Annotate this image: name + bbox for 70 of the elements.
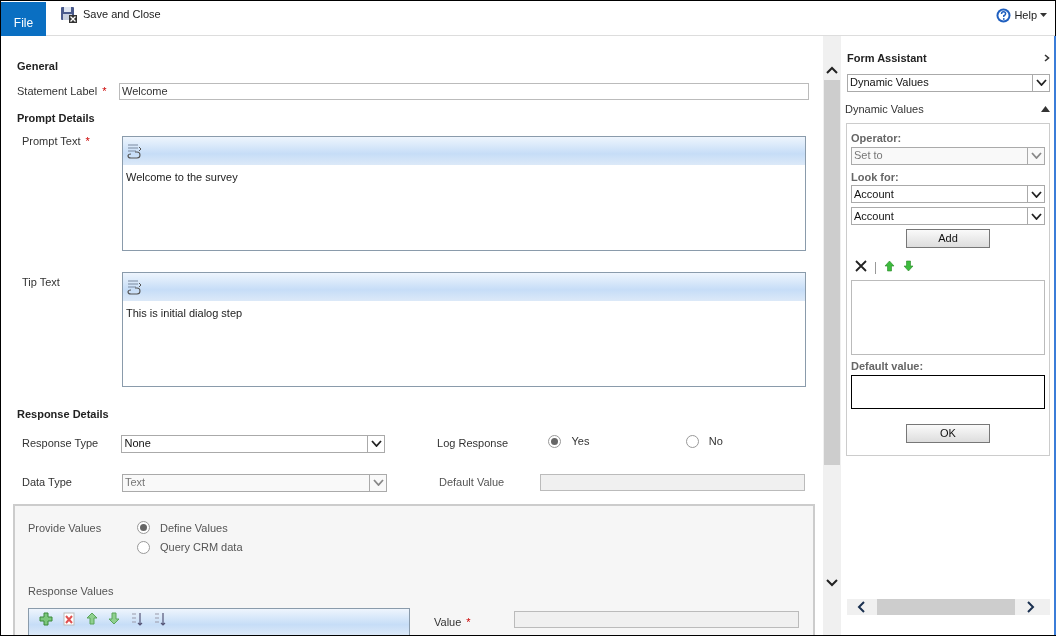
radio-button[interactable] bbox=[137, 540, 150, 554]
default-value-field[interactable] bbox=[851, 374, 1045, 409]
caret-icon bbox=[1030, 190, 1042, 198]
ok-button[interactable]: OK bbox=[906, 423, 990, 443]
look-for-select[interactable]: Account bbox=[851, 207, 1045, 225]
add-icon[interactable] bbox=[39, 612, 53, 626]
field-label: Provide Values bbox=[28, 520, 103, 536]
field-label: Prompt Text bbox=[22, 134, 81, 149]
move-up-icon[interactable] bbox=[884, 260, 895, 272]
move-down-icon[interactable] bbox=[108, 612, 120, 625]
delete-icon[interactable] bbox=[855, 260, 867, 272]
response-type-select[interactable]: None bbox=[121, 434, 386, 453]
field-label: Data Type bbox=[22, 475, 73, 491]
caret-icon bbox=[1030, 212, 1042, 220]
scroll-up-icon[interactable] bbox=[826, 66, 838, 74]
radio-button[interactable] bbox=[548, 435, 562, 448]
sort-ascending-icon[interactable] bbox=[130, 612, 143, 626]
field-label: Default value: bbox=[851, 359, 925, 374]
radio-label: No bbox=[708, 434, 723, 450]
field-label: Operator: bbox=[851, 131, 903, 146]
help-icon bbox=[996, 7, 1012, 23]
required-mark: * bbox=[102, 83, 107, 99]
save-close-icon bbox=[60, 6, 77, 23]
radio-label: Query CRM data bbox=[160, 540, 243, 555]
radio-label: Define Values bbox=[160, 520, 228, 536]
sort-descending-icon[interactable] bbox=[153, 612, 166, 626]
scroll-left-icon[interactable] bbox=[857, 601, 865, 613]
caret-icon bbox=[1035, 79, 1047, 86]
field-label: Log Response bbox=[437, 436, 510, 452]
field-label: Default Value bbox=[439, 475, 506, 491]
field-label: Response Values bbox=[28, 583, 114, 599]
caret-icon bbox=[370, 440, 382, 447]
move-down-icon[interactable] bbox=[903, 260, 914, 272]
move-up-icon[interactable] bbox=[86, 612, 98, 625]
field-label: Response Type bbox=[22, 436, 100, 452]
mode-select[interactable]: Dynamic Values bbox=[847, 73, 1050, 92]
panel-title: Form Assistant bbox=[847, 51, 927, 66]
vertical-scrollbar[interactable] bbox=[823, 36, 841, 635]
required-mark: * bbox=[85, 134, 90, 149]
scroll-right-icon[interactable] bbox=[1027, 601, 1035, 613]
field-label: Look for: bbox=[851, 169, 900, 185]
radio-button[interactable] bbox=[685, 435, 699, 448]
value-field[interactable] bbox=[514, 611, 799, 628]
text-format-icon[interactable] bbox=[127, 279, 143, 295]
field-label: Value bbox=[434, 615, 462, 630]
section-heading: General bbox=[16, 59, 59, 74]
text-format-icon[interactable] bbox=[127, 143, 143, 159]
help-menu[interactable]: Help bbox=[996, 7, 1047, 24]
scrollbar-thumb[interactable] bbox=[877, 599, 1015, 615]
section-heading: Prompt Details bbox=[16, 110, 96, 126]
file-tab[interactable]: File bbox=[1, 2, 46, 36]
section-title: Dynamic Values bbox=[845, 101, 924, 117]
caret-icon bbox=[1040, 13, 1047, 18]
horizontal-scrollbar[interactable] bbox=[847, 599, 1050, 615]
section-heading: Response Details bbox=[16, 407, 110, 422]
scrollbar-thumb[interactable] bbox=[824, 80, 840, 465]
add-button[interactable]: Add bbox=[906, 229, 990, 248]
caret-icon bbox=[1030, 152, 1042, 159]
field-label: Tip Text bbox=[22, 275, 60, 290]
radio-button[interactable] bbox=[137, 521, 150, 535]
save-and-close-button[interactable]: Save and Close bbox=[60, 6, 161, 23]
collapse-icon[interactable] bbox=[1041, 105, 1050, 112]
radio-label: Yes bbox=[571, 434, 590, 450]
required-mark: * bbox=[466, 615, 471, 630]
field-label: Statement Label bbox=[17, 83, 98, 99]
look-for-select[interactable]: Account bbox=[851, 185, 1045, 203]
chevron-right-icon[interactable] bbox=[1044, 54, 1050, 63]
caret-icon bbox=[372, 479, 384, 486]
statement-label-field[interactable]: Welcome bbox=[119, 82, 809, 100]
scroll-down-icon[interactable] bbox=[826, 579, 838, 587]
